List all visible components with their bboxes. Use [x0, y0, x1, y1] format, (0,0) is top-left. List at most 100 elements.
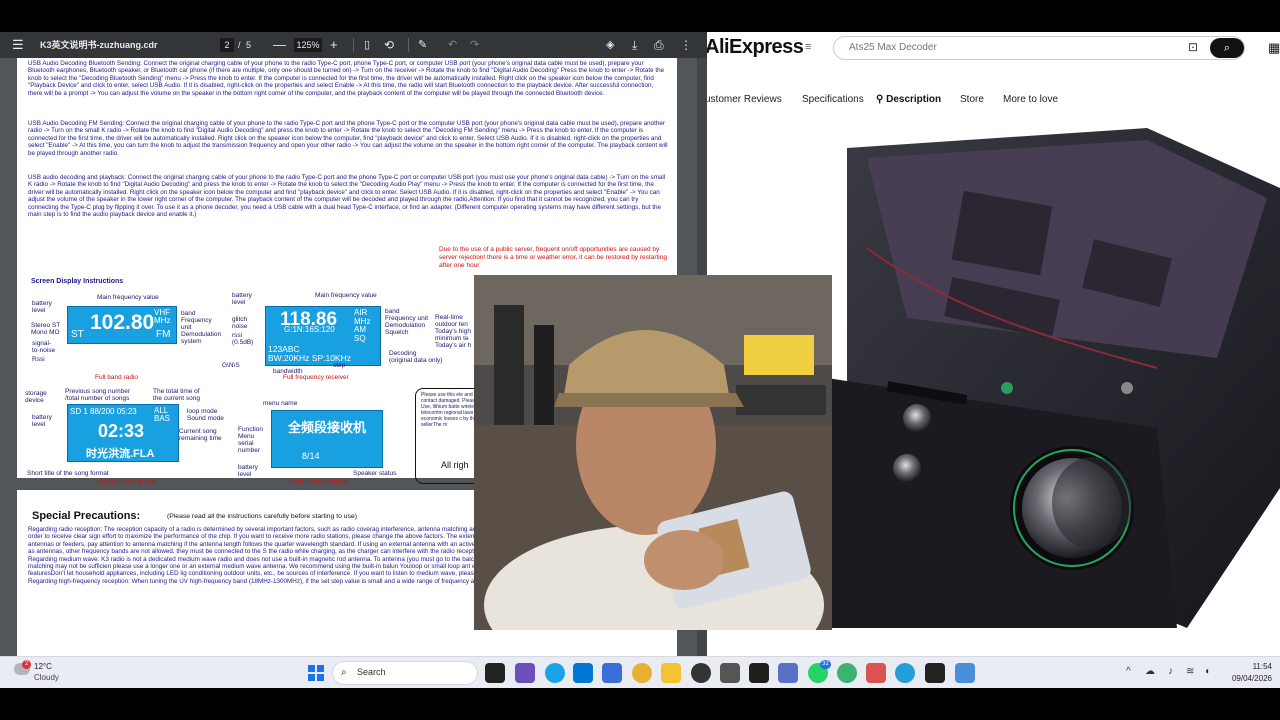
label-storage: storage device [25, 390, 47, 404]
product-image [827, 128, 1280, 640]
para-high-frequency: Regarding high-frequency reception: When… [28, 577, 508, 585]
zoom-out-icon[interactable]: — [273, 32, 286, 58]
zoom-level-input[interactable]: 125% [294, 38, 322, 52]
label-prev-song: Previous song number /total number of so… [65, 388, 131, 402]
lcd4-menu-title: 全频段接收机 [288, 420, 367, 435]
label-band-1: band Frequency unit Demodulation system [181, 310, 222, 345]
taskbar-search-label[interactable]: Search [357, 667, 386, 677]
label-gns: G\N\S [222, 362, 240, 369]
annotate-icon[interactable]: ✎ [418, 32, 427, 58]
taskbar-search-box[interactable] [332, 661, 478, 685]
label-rssi-2: rssi (0.5dB) [232, 332, 254, 346]
lcd3-mode: ALL BAS [154, 406, 171, 423]
app-icon-3[interactable] [778, 663, 798, 683]
chrome-icon[interactable] [632, 663, 652, 683]
lcd2-band: AIR MHz AM SQ [354, 308, 371, 343]
app-icon-6[interactable] [955, 663, 975, 683]
tab-store[interactable]: Store [960, 94, 984, 105]
download-icon[interactable]: ⤓ [632, 32, 637, 58]
weather-condition[interactable]: Cloudy [34, 673, 59, 682]
label-battery-2: battery level [232, 292, 252, 306]
outlook-icon[interactable] [602, 663, 622, 683]
hamburger-menu-icon[interactable]: ☰ [12, 32, 28, 58]
menu-lines-icon[interactable]: ≡ [805, 41, 811, 53]
lcd-digital-music-player: SD 1 88/200 05:23 ALL BAS 02:33 时光洪流.FLA [67, 404, 179, 462]
weather-temperature[interactable]: 12°C [34, 662, 52, 671]
tab-specifications[interactable]: Specifications [802, 94, 864, 105]
app-icon-4[interactable] [837, 663, 857, 683]
rotate-icon[interactable]: ⟲ [384, 32, 394, 58]
task-view-icon[interactable] [485, 663, 505, 683]
start-button[interactable] [308, 665, 324, 681]
image-search-icon[interactable]: ⊡ [1188, 40, 1198, 54]
page-separator: / [238, 40, 241, 50]
clock-date[interactable]: 09/04/2026 [1220, 674, 1272, 683]
label-speaker-status: Speaker status [353, 470, 397, 477]
redo-icon[interactable]: ↷ [470, 32, 479, 58]
label-realtime: Real-time outdoor ten Today's high minim… [435, 314, 472, 349]
microphone-icon[interactable]: ♪ [1168, 666, 1173, 677]
app-grid-icon[interactable]: ▦ [1268, 40, 1280, 56]
label-main-freq-1: Main frequency value [97, 294, 159, 301]
browser-icon[interactable] [691, 663, 711, 683]
whatsapp-badge: 32 [820, 660, 831, 669]
special-precautions-title: Special Precautions: [32, 510, 141, 522]
label-decoding: Decoding (original data only) [389, 350, 443, 364]
location-pin-icon: ⚲ [876, 94, 884, 105]
telegram-icon[interactable] [895, 663, 915, 683]
lcd4-menu-count: 8/14 [302, 451, 320, 461]
lcd1-mode: FM [156, 329, 171, 340]
tip-rights: All righ [441, 460, 469, 470]
caption-full-frequency: Full frequency receiver [283, 374, 349, 381]
label-main-freq-2: Main frequency value [315, 292, 377, 299]
clock-time[interactable]: 11:54 [1226, 662, 1272, 671]
network-icon[interactable]: ≋ [1186, 666, 1194, 677]
tab-customer-reviews[interactable]: ustomer Reviews [707, 94, 782, 105]
lcd-full-band-radio: 102.80 VHF MHz ST FM [67, 306, 177, 344]
label-rssi: Rssi [32, 356, 45, 363]
aliexpress-logo[interactable]: AliExpress [707, 36, 804, 59]
ai-assist-icon[interactable]: ◈ [606, 32, 614, 58]
tab-more-to-love[interactable]: More to love [1003, 94, 1058, 105]
paragraph-audio-playback: USB audio decoding and playback: Connect… [28, 174, 666, 219]
cloud-sync-icon[interactable]: ☁ [1145, 666, 1155, 677]
windows-logo-pane [317, 674, 324, 681]
app-icon-5[interactable] [925, 663, 945, 683]
search-button[interactable]: ⌕ [1210, 38, 1244, 58]
print-icon[interactable]: ⎙ [654, 32, 664, 58]
label-short-title: Short title of the song format [27, 470, 109, 477]
file-explorer-icon[interactable] [661, 663, 681, 683]
search-icon: ⌕ [341, 667, 347, 678]
lcd2-rds: 123ABC BW:20KHz SP:10KHz [268, 344, 351, 363]
windows-logo-pane [308, 665, 315, 672]
tab-description[interactable]: ⚲ Description [876, 94, 941, 105]
video-letterbox-top [0, 0, 1280, 32]
undo-icon[interactable]: ↶ [448, 32, 457, 58]
label-battery-4: battery level [238, 464, 258, 478]
lcd2-signal-info: G:1N:16S:120 [284, 325, 335, 334]
chevron-up-icon[interactable]: ^ [1126, 666, 1131, 677]
edge-icon[interactable] [545, 663, 565, 683]
page-number-input[interactable]: 2 [220, 38, 234, 52]
lcd-full-frequency-receiver: 118.86 G:1N:16S:120 AIR MHz AM SQ 123ABC… [265, 306, 381, 366]
windows-logo-pane [308, 674, 315, 681]
label-step: step [333, 362, 346, 369]
store-icon[interactable] [573, 663, 593, 683]
fit-page-icon[interactable]: ▯ [364, 32, 370, 58]
more-icon[interactable]: ⋮ [680, 32, 692, 58]
app-icon-1[interactable] [515, 663, 535, 683]
toolbar-divider [408, 38, 409, 52]
radio-device-photo [827, 128, 1280, 628]
search-input-value[interactable]: Ats25 Max Decoder [849, 42, 937, 53]
special-precautions-subtitle: (Please read all the instructions carefu… [167, 513, 358, 520]
label-glitch: glitch noise [232, 316, 248, 330]
volume-icon[interactable]: ◖ [1204, 666, 1210, 677]
app-icon-2[interactable] [749, 663, 769, 683]
weather-badge: 2 [22, 660, 31, 669]
label-total-time: The total time of the current song [153, 388, 200, 402]
zoom-in-icon[interactable]: + [330, 32, 338, 58]
snipping-tool-icon[interactable] [866, 663, 886, 683]
chatgpt-icon[interactable] [720, 663, 740, 683]
label-battery-3: battery level [32, 414, 52, 428]
lcd1-frequency: 102.80 [90, 311, 155, 334]
